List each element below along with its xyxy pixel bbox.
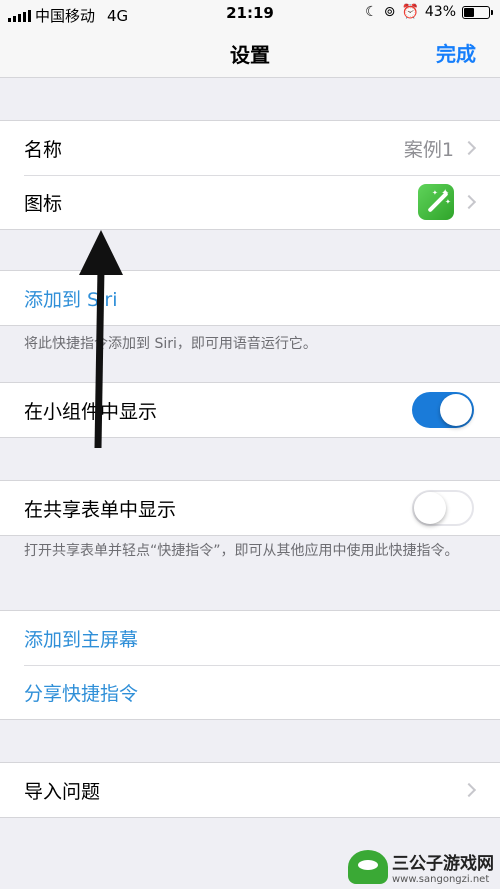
watermark-logo-icon: [348, 850, 388, 884]
watermark-url: www.sangongzi.net: [392, 874, 490, 885]
watermark: 三公子游戏网 www.sangongzi.net: [348, 849, 494, 885]
annotation-arrow-icon: [79, 230, 123, 449]
watermark-title: 三公子游戏网: [392, 854, 494, 874]
